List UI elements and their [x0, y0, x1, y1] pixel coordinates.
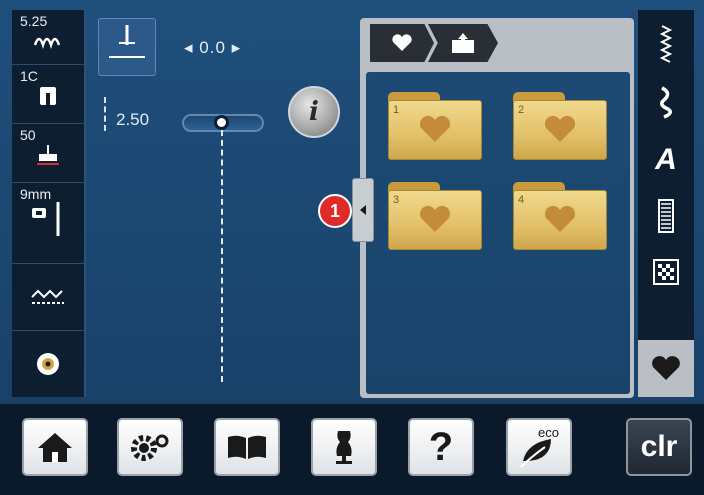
- category-practical-stitches[interactable]: [638, 16, 694, 72]
- buttonhole-icon: [658, 199, 674, 233]
- eco-label: eco: [538, 425, 559, 440]
- width-increase-arrow-icon[interactable]: ▸: [232, 38, 242, 57]
- callout-badge: 1: [318, 194, 352, 228]
- stitch-width-control[interactable]: ◂ 0.0 ▸: [184, 38, 241, 58]
- help-button[interactable]: ?: [408, 418, 474, 476]
- practical-stitch-icon: [659, 25, 673, 63]
- home-icon: [38, 433, 72, 462]
- folder-number: 2: [518, 104, 525, 116]
- seam-preview-line: [221, 130, 223, 382]
- tab-favorites[interactable]: [370, 24, 434, 62]
- needle-stop-value: 50: [20, 127, 36, 143]
- folder-heart-icon: [419, 205, 451, 232]
- book-icon: [228, 435, 266, 459]
- stitch-length-value: 2.50: [116, 110, 150, 129]
- eco-button[interactable]: eco: [506, 418, 572, 476]
- panel-collapse-handle[interactable]: [352, 178, 374, 242]
- needle-stop-indicator[interactable]: 50: [12, 124, 84, 183]
- home-button[interactable]: [22, 418, 88, 476]
- quilt-stitch-icon: [653, 259, 679, 285]
- sewing-consultant-button[interactable]: [311, 418, 377, 476]
- dress-form-icon: [336, 431, 352, 464]
- memory-folder-3[interactable]: 3: [388, 182, 482, 250]
- folder-number: 3: [393, 194, 400, 206]
- status-column: 5.25 1C 50 9mm: [12, 10, 86, 397]
- memory-folder-4[interactable]: 4: [513, 182, 607, 250]
- slider-handle[interactable]: [214, 115, 229, 130]
- folder-upload-icon: [452, 33, 474, 53]
- needle-plate-icon: [28, 202, 68, 236]
- category-personal-memory[interactable]: [638, 340, 694, 397]
- heart-memory-icon: [652, 355, 680, 380]
- stitch-width-indicator[interactable]: 5.25: [12, 10, 84, 65]
- bobbin-icon: [28, 353, 68, 375]
- decorative-stitch-icon: [660, 86, 672, 119]
- needle-size-indicator[interactable]: 9mm: [12, 183, 84, 264]
- clear-label: clr: [640, 430, 678, 463]
- folder-number: 4: [518, 194, 525, 206]
- category-decorative-stitches[interactable]: [638, 74, 694, 130]
- needle-position-icon: [109, 25, 145, 58]
- category-quilt-stitches[interactable]: [638, 244, 694, 300]
- clear-button[interactable]: clr: [626, 418, 692, 476]
- memory-folder-2[interactable]: 2: [513, 92, 607, 160]
- needle-foot-icon: [28, 144, 68, 166]
- presser-foot-value: 1C: [20, 68, 38, 84]
- tutorial-button[interactable]: [214, 418, 280, 476]
- width-decrease-arrow-icon[interactable]: ◂: [184, 38, 194, 57]
- stitch-category-column: A: [638, 10, 694, 397]
- needle-position-button[interactable]: [98, 18, 156, 76]
- setup-button[interactable]: [117, 418, 183, 476]
- stitch-length-marker: [104, 97, 108, 131]
- help-label: ?: [428, 424, 454, 469]
- bobbin-indicator[interactable]: [12, 331, 84, 397]
- chevron-left-icon: [360, 205, 366, 215]
- stitch-width-value: 5.25: [20, 13, 48, 29]
- heart-icon: [392, 34, 412, 51]
- presser-foot-icon: [28, 85, 68, 107]
- width-value: 0.0: [199, 38, 226, 57]
- folder-heart-icon: [419, 115, 451, 142]
- memory-folder-1[interactable]: 1: [388, 92, 482, 160]
- folder-heart-icon: [544, 115, 576, 142]
- folder-number: 1: [393, 104, 400, 116]
- folder-heart-icon: [544, 205, 576, 232]
- presser-foot-indicator[interactable]: 1C: [12, 65, 84, 124]
- info-button[interactable]: i: [288, 86, 340, 138]
- category-buttonholes[interactable]: [638, 188, 694, 244]
- foot-width-icon: [28, 30, 68, 52]
- gear-icon: [131, 434, 169, 461]
- category-alphabets[interactable]: A: [638, 132, 694, 188]
- tab-import[interactable]: [428, 24, 498, 62]
- stitch-pattern-indicator[interactable]: [12, 264, 84, 331]
- zigzag-seam-icon: [28, 286, 68, 308]
